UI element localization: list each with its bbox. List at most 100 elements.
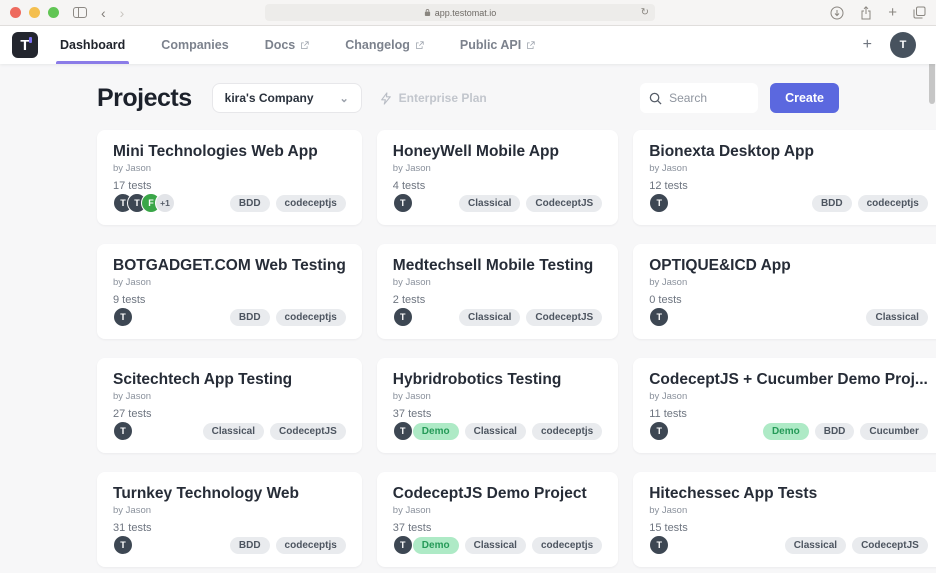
project-badges: BDDcodeceptjs — [230, 537, 346, 554]
member-avatar: T — [649, 421, 669, 441]
project-badges: BDDcodeceptjs — [230, 195, 346, 212]
project-author: by Jason — [393, 277, 602, 288]
project-card[interactable]: Medtechsell Mobile Testing by Jason 2 te… — [377, 244, 618, 339]
user-avatar[interactable]: T — [890, 32, 916, 58]
search-box[interactable] — [640, 83, 758, 113]
reload-icon[interactable]: ↻ — [641, 7, 649, 18]
project-tests-count: 37 tests — [393, 408, 602, 420]
project-card-footer: T ClassicalCodeceptJS — [113, 421, 346, 441]
tab-label: Changelog — [345, 38, 410, 52]
project-badges: BDDcodeceptjs — [230, 309, 346, 326]
project-badge: BDD — [230, 309, 270, 326]
project-avatars: T — [113, 421, 133, 441]
project-badge: Cucumber — [860, 423, 927, 440]
external-link-icon — [300, 41, 309, 50]
project-avatars: T — [393, 307, 413, 327]
project-badges: Demo Classical codeceptjs — [413, 423, 602, 440]
project-card[interactable]: HoneyWell Mobile App by Jason 4 tests T … — [377, 130, 618, 225]
page-title: Projects — [97, 84, 192, 113]
project-title: Medtechsell Mobile Testing — [393, 257, 602, 275]
search-input[interactable] — [669, 91, 749, 105]
new-tab-button[interactable]: + — [888, 4, 897, 21]
project-card[interactable]: Hybridrobotics Testing by Jason 37 tests… — [377, 358, 618, 453]
project-card[interactable]: Bionexta Desktop App by Jason 12 tests T… — [633, 130, 936, 225]
project-tests-count: 15 tests — [649, 522, 928, 534]
project-avatars: T — [649, 535, 669, 555]
project-badge: Classical — [465, 423, 526, 440]
testomat-logo[interactable]: T — [12, 32, 38, 58]
project-tests-count: 37 tests — [393, 522, 602, 534]
project-card-footer: T ClassicalCodeceptJS — [393, 307, 602, 327]
project-badge: Classical — [785, 537, 846, 554]
tab-docs[interactable]: Docs — [265, 26, 310, 64]
close-window-button[interactable] — [10, 7, 21, 18]
project-badges: ClassicalCodeceptJS — [459, 195, 602, 212]
project-badge: codeceptjs — [276, 537, 346, 554]
project-badge: Demo — [413, 537, 459, 554]
project-author: by Jason — [649, 505, 928, 516]
project-badge: Demo — [763, 423, 809, 440]
project-title: Scitechtech App Testing — [113, 371, 346, 389]
chrome-toolbar-right: + — [830, 4, 926, 21]
project-card-footer: T Classical — [649, 307, 928, 327]
project-avatars: T — [649, 307, 669, 327]
member-avatar: T — [393, 421, 413, 441]
project-avatars: T — [393, 535, 413, 555]
project-avatars: T — [393, 193, 413, 213]
tab-overview-icon[interactable] — [913, 6, 926, 19]
project-author: by Jason — [113, 505, 346, 516]
navbar-right: + T — [863, 32, 924, 58]
project-card-footer: T ClassicalCodeceptJS — [649, 535, 928, 555]
tab-label: Dashboard — [60, 38, 125, 52]
project-author: by Jason — [649, 277, 928, 288]
tab-public-api[interactable]: Public API — [460, 26, 535, 64]
project-card[interactable]: BOTGADGET.COM Web Testing by Jason 9 tes… — [97, 244, 362, 339]
tab-label: Public API — [460, 38, 521, 52]
back-button[interactable]: ‹ — [101, 6, 106, 20]
zoom-window-button[interactable] — [48, 7, 59, 18]
project-badges: ClassicalCodeceptJS — [459, 309, 602, 326]
project-tests-count: 2 tests — [393, 294, 602, 306]
create-button[interactable]: Create — [770, 83, 839, 113]
project-card[interactable]: Mini Technologies Web App by Jason 17 te… — [97, 130, 362, 225]
tab-dashboard[interactable]: Dashboard — [60, 26, 125, 64]
page-header: Projects kira's Company ⌄ Enterprise Pla… — [97, 83, 839, 113]
tab-label: Companies — [161, 38, 228, 52]
share-icon[interactable] — [860, 6, 872, 20]
project-card-footer: TTF+1 BDDcodeceptjs — [113, 193, 346, 213]
search-icon — [649, 92, 662, 105]
member-avatar: T — [393, 535, 413, 555]
project-card[interactable]: Scitechtech App Testing by Jason 27 test… — [97, 358, 362, 453]
add-project-button[interactable]: + — [863, 36, 872, 54]
tab-label: Docs — [265, 38, 296, 52]
project-card[interactable]: CodeceptJS + Cucumber Demo Proj... by Ja… — [633, 358, 936, 453]
project-card[interactable]: OPTIQUE&ICD App by Jason 0 tests T Class… — [633, 244, 936, 339]
forward-button[interactable]: › — [120, 6, 125, 20]
project-author: by Jason — [113, 277, 346, 288]
project-badge: Classical — [465, 537, 526, 554]
project-card[interactable]: Hitechessec App Tests by Jason 15 tests … — [633, 472, 936, 567]
project-tests-count: 0 tests — [649, 294, 928, 306]
avatar-letter: T — [900, 39, 907, 51]
main-nav-tabs: Dashboard Companies Docs Changelog Publi… — [60, 26, 535, 64]
url-text: app.testomat.io — [435, 8, 497, 18]
minimize-window-button[interactable] — [29, 7, 40, 18]
project-badge: codeceptjs — [532, 423, 602, 440]
window-controls — [10, 7, 59, 18]
member-avatar: T — [649, 535, 669, 555]
tab-companies[interactable]: Companies — [161, 26, 228, 64]
project-card-footer: T BDDcodeceptjs — [113, 307, 346, 327]
downloads-icon[interactable] — [830, 6, 844, 20]
address-bar[interactable]: app.testomat.io ↻ — [265, 4, 655, 21]
app-navbar: T Dashboard Companies Docs Changelog Pub… — [0, 26, 936, 64]
project-badge: Demo — [413, 423, 459, 440]
project-card[interactable]: Turnkey Technology Web by Jason 31 tests… — [97, 472, 362, 567]
chevron-down-icon: ⌄ — [339, 92, 348, 105]
project-author: by Jason — [649, 391, 928, 402]
company-select[interactable]: kira's Company ⌄ — [212, 83, 362, 113]
project-card[interactable]: CodeceptJS Demo Project by Jason 37 test… — [377, 472, 618, 567]
project-avatars: T — [113, 535, 133, 555]
sidebar-toggle-button[interactable] — [73, 7, 87, 18]
project-tests-count: 4 tests — [393, 180, 602, 192]
tab-changelog[interactable]: Changelog — [345, 26, 424, 64]
